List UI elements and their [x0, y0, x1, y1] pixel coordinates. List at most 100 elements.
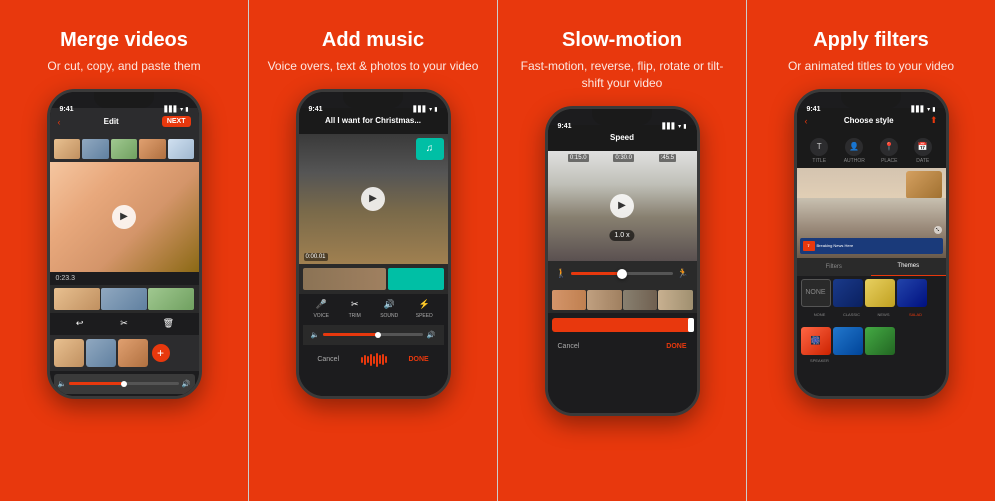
- thumb-3[interactable]: [111, 139, 138, 159]
- phone2-controls: 🎤 VOICE ✂ TRIM 🔊 SOUND ⚡ SPEED: [299, 294, 448, 323]
- wave-bar-9: [385, 356, 387, 363]
- phone4-share-btn[interactable]: ⬆: [930, 115, 938, 126]
- vol-low-icon: 🔈: [58, 380, 67, 388]
- p4-date-icon[interactable]: 📅 DATE: [914, 138, 932, 164]
- phone3-cancel-btn[interactable]: Cancel: [558, 343, 580, 350]
- lower-third-text: Breaking News Here: [817, 243, 854, 248]
- panel1-subtitle: Or cut, copy, and paste them: [47, 58, 200, 75]
- battery-icon: ▮: [185, 106, 188, 113]
- phone1-play-btn[interactable]: ▶: [112, 205, 136, 229]
- phone2-signal-icon: ▋▋▋: [413, 106, 427, 113]
- vol-track[interactable]: [69, 382, 179, 385]
- fullscreen-icon[interactable]: ⤡: [934, 226, 942, 234]
- title-icon-label: TITLE: [812, 158, 826, 164]
- p2-voice-btn[interactable]: 🎤 VOICE: [313, 298, 329, 319]
- phone2-music-thumb: ♫: [416, 138, 444, 160]
- p2-sound-btn[interactable]: 🔊 SOUND: [380, 298, 398, 319]
- wave-bar-4: [370, 354, 372, 366]
- phone3-bottom: Cancel DONE: [548, 337, 697, 356]
- speed-mark-2: 0:30.0: [613, 154, 634, 162]
- news-badge-text: 7: [807, 243, 809, 248]
- add-clip-btn[interactable]: +: [152, 344, 170, 362]
- tab-filters[interactable]: Filters: [797, 258, 872, 276]
- speed-mark-3: :45.5: [659, 154, 676, 162]
- tl-thumb-1[interactable]: [54, 288, 100, 310]
- phone2-waveform: [361, 353, 387, 367]
- phone4-lower-bar: 7 Breaking News Here: [800, 238, 943, 254]
- p4-place-icon[interactable]: 📍 PLACE: [880, 138, 898, 164]
- label-news: NEWS: [869, 312, 899, 317]
- phone2-play-btn[interactable]: ▶: [361, 187, 385, 211]
- phone3-done-btn[interactable]: DONE: [666, 343, 686, 350]
- phone1-screen: 9:41 ▋▋▋ ▾ ▮ ‹ Edit NEXT: [50, 92, 199, 396]
- phone2-notch: [343, 92, 403, 108]
- bottom-thumb-2[interactable]: [86, 339, 116, 367]
- phone1-timeline: [50, 285, 199, 313]
- phone4-notch: [841, 92, 901, 108]
- ctrl-cut[interactable]: ✂: [116, 317, 132, 331]
- theme-none[interactable]: NONE: [801, 279, 831, 307]
- phone3-wifi-icon: ▾: [678, 123, 681, 130]
- phone1-back-btn[interactable]: ‹: [58, 117, 61, 127]
- wave-bar-7: [379, 355, 381, 364]
- p3-tl-4[interactable]: [658, 290, 693, 310]
- progress-handle[interactable]: [688, 318, 694, 332]
- phone4-main-video: 7 Breaking News Here ⤡: [797, 168, 946, 258]
- tab-themes[interactable]: Themes: [871, 258, 946, 276]
- theme-extra1[interactable]: [833, 327, 863, 355]
- p4-author-icon[interactable]: 👤 AUTHOR: [844, 138, 865, 164]
- phone3-slider-track[interactable]: [571, 272, 674, 275]
- p2-voice-label: VOICE: [313, 313, 329, 319]
- panel-apply-filters: Apply filters Or animated titles to your…: [747, 0, 995, 501]
- bottom-thumb-1[interactable]: [54, 339, 84, 367]
- p3-tl-2[interactable]: [587, 290, 622, 310]
- theme-salad[interactable]: [897, 279, 927, 307]
- place-icon: 📍: [880, 138, 898, 156]
- tl-thumb-2[interactable]: [101, 288, 147, 310]
- p2-vol-track[interactable]: [323, 333, 423, 336]
- phone1-next-btn[interactable]: NEXT: [162, 116, 191, 127]
- theme-speaker[interactable]: 🎆: [801, 327, 831, 355]
- phone2-main-video: ♫ ▶ 0:00.01: [299, 134, 448, 264]
- panel4-title: Apply filters: [813, 28, 929, 52]
- p2-tl-video[interactable]: [303, 268, 386, 290]
- phone3-screen: 9:41 ▋▋▋ ▾ ▮ Speed 0:15.0 0:30.0 :45.5 ▶…: [548, 109, 697, 413]
- p3-tl-1[interactable]: [552, 290, 587, 310]
- p2-speed-btn[interactable]: ⚡ SPEED: [416, 298, 433, 319]
- p2-trim-label: TRIM: [349, 313, 361, 319]
- sound-icon: 🔊: [381, 298, 397, 312]
- phone1-edit-title: Edit: [104, 117, 119, 126]
- phone3-title-text: Speed: [610, 133, 634, 142]
- p2-vol-high: 🔊: [427, 331, 436, 339]
- thumb-4[interactable]: [139, 139, 166, 159]
- p2-tl-music[interactable]: [388, 268, 444, 290]
- phone2-volume: 🔈 🔊: [303, 325, 444, 345]
- ctrl-undo[interactable]: ↩: [72, 317, 88, 331]
- run-icon: 🏃: [677, 268, 688, 279]
- p4-title-icon[interactable]: T TITLE: [810, 138, 828, 164]
- phone2-timeline: [299, 264, 448, 294]
- p2-trim-btn[interactable]: ✂ TRIM: [347, 298, 363, 319]
- p2-vol-dot: [375, 332, 381, 338]
- thumb-5[interactable]: [168, 139, 195, 159]
- theme-extra2[interactable]: [865, 327, 895, 355]
- phone3-speed-slider: 🚶 🏃: [548, 261, 697, 287]
- phone4-battery-icon: ▮: [932, 106, 935, 113]
- phone4-back-btn[interactable]: ‹: [805, 116, 808, 126]
- theme-classic[interactable]: [833, 279, 863, 307]
- place-icon-label: PLACE: [881, 158, 897, 164]
- panel-merge-videos: Merge videos Or cut, copy, and paste the…: [0, 0, 248, 501]
- thumb-1[interactable]: [54, 139, 81, 159]
- p3-tl-3[interactable]: [623, 290, 658, 310]
- phone2-cancel-btn[interactable]: Cancel: [317, 356, 339, 363]
- bottom-thumb-3[interactable]: [118, 339, 148, 367]
- wave-bar-1: [361, 357, 363, 363]
- walk-icon: 🚶: [556, 268, 567, 279]
- phone2-done-btn[interactable]: DONE: [408, 356, 428, 363]
- ctrl-delete[interactable]: 🗑: [160, 317, 176, 331]
- thumb-2[interactable]: [82, 139, 109, 159]
- phone3-play-btn[interactable]: ▶: [610, 194, 634, 218]
- tl-thumb-3[interactable]: [148, 288, 194, 310]
- theme-news[interactable]: [865, 279, 895, 307]
- phone4-screen: 9:41 ▋▋▋ ▾ ▮ ‹ Choose style ⬆ T TITLE 👤: [797, 92, 946, 396]
